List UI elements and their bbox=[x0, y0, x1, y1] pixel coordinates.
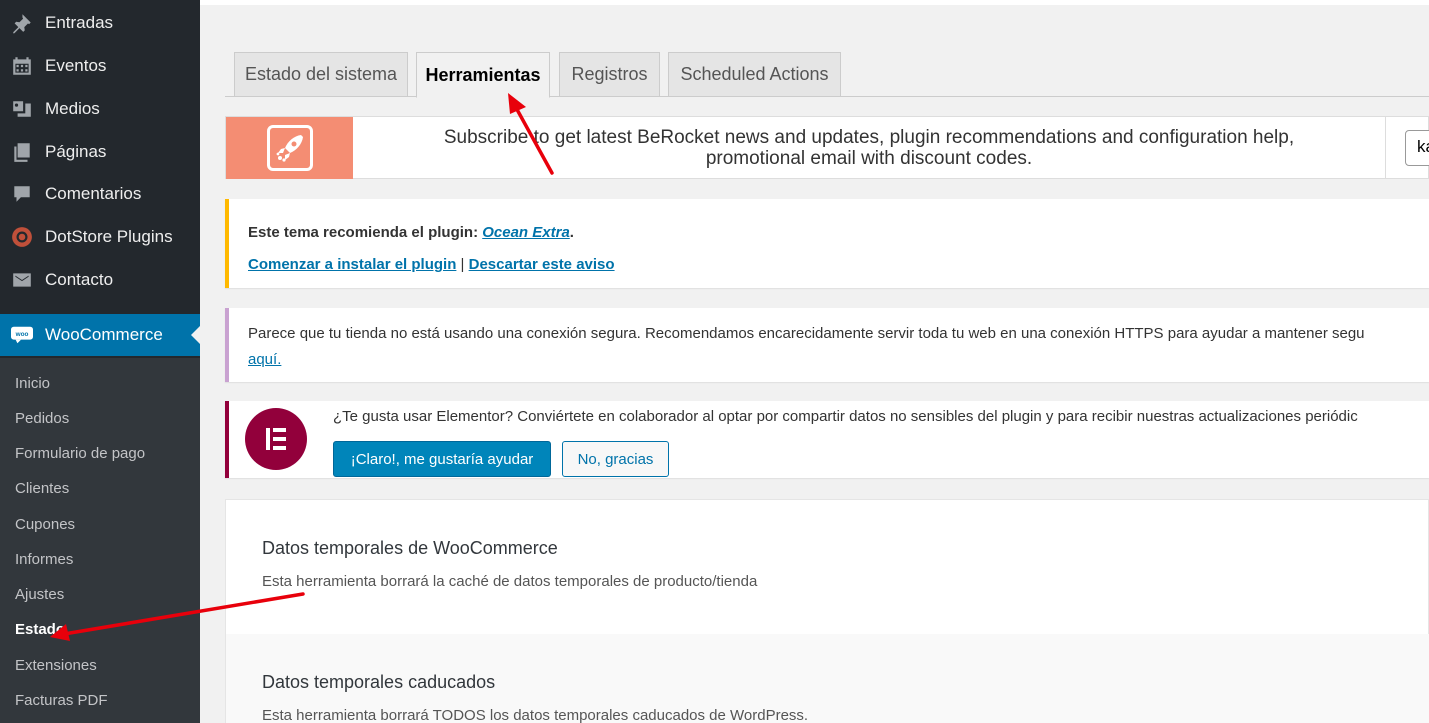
pages-icon bbox=[10, 140, 34, 164]
notice-elementor-text: ¿Te gusta usar Elementor? Conviértete en… bbox=[333, 408, 1358, 425]
berocket-subscribe-banner: Subscribe to get latest BeRocket news an… bbox=[225, 116, 1429, 179]
nav-tabs: Estado del sistema Herramientas Registro… bbox=[225, 52, 1429, 98]
sidebar-item-label: Eventos bbox=[45, 56, 107, 75]
elementor-opt-in-button[interactable]: ¡Claro!, me gustaría ayudar bbox=[333, 441, 551, 477]
woocommerce-submenu: Inicio Pedidos Formulario de pago Client… bbox=[0, 358, 200, 723]
submenu-item-cupones[interactable]: Cupones bbox=[15, 515, 75, 535]
notice-elementor: ¿Te gusta usar Elementor? Conviértete en… bbox=[225, 401, 1429, 478]
sidebar-item-paginas[interactable]: Páginas bbox=[0, 131, 200, 173]
top-strip bbox=[200, 0, 1429, 5]
rocket-icon bbox=[276, 135, 303, 162]
sidebar-item-woocommerce[interactable]: woo WooCommerce bbox=[0, 314, 200, 356]
admin-sidebar: Entradas Eventos Medios Páginas Comentar… bbox=[0, 0, 200, 723]
table-row: Datos temporales de WooCommerce Esta her… bbox=[226, 500, 1429, 634]
submenu-item-informes[interactable]: Informes bbox=[15, 550, 73, 570]
sidebar-item-label: Páginas bbox=[45, 142, 107, 161]
submenu-item-extensiones[interactable]: Extensiones bbox=[15, 656, 97, 676]
table-row: Datos temporales caducados Esta herramie… bbox=[226, 634, 1429, 723]
woo-icon: woo bbox=[10, 323, 34, 347]
submenu-item-estado[interactable]: Estado bbox=[15, 620, 65, 640]
berocket-message: Subscribe to get latest BeRocket news an… bbox=[353, 117, 1386, 179]
tab-estado-del-sistema[interactable]: Estado del sistema bbox=[234, 52, 408, 97]
dotstore-icon bbox=[10, 225, 34, 249]
notice-ocean-suffix: . bbox=[569, 224, 574, 241]
elementor-decline-button[interactable]: No, gracias bbox=[562, 441, 669, 477]
submenu-item-formulario-de-pago[interactable]: Formulario de pago bbox=[15, 444, 145, 464]
sidebar-item-entradas[interactable]: Entradas bbox=[0, 2, 200, 44]
sidebar-item-label: Entradas bbox=[45, 13, 114, 32]
install-plugin-link[interactable]: Comenzar a instalar el plugin bbox=[248, 256, 456, 273]
tab-scheduled-actions[interactable]: Scheduled Actions bbox=[668, 52, 841, 97]
tools-table: Datos temporales de WooCommerce Esta her… bbox=[225, 499, 1429, 723]
sidebar-item-eventos[interactable]: Eventos bbox=[0, 45, 200, 87]
sidebar-item-dotstore-plugins[interactable]: DotStore Plugins bbox=[0, 216, 200, 258]
sidebar-item-comentarios[interactable]: Comentarios bbox=[0, 173, 200, 215]
tab-registros[interactable]: Registros bbox=[559, 52, 660, 97]
https-more-info-link[interactable]: aquí. bbox=[248, 351, 281, 368]
notice-ocean-prefix: Este tema recomienda el plugin: bbox=[248, 224, 483, 241]
mail-icon bbox=[10, 268, 34, 292]
tool-description: Esta herramienta borrará TODOS los datos… bbox=[262, 707, 809, 723]
calendar-icon bbox=[10, 54, 34, 78]
sidebar-item-medios[interactable]: Medios bbox=[0, 88, 200, 130]
pin-icon bbox=[10, 11, 34, 35]
berocket-logo bbox=[226, 117, 353, 179]
notice-ocean-text: Este tema recomienda el plugin: Ocean Ex… bbox=[248, 224, 574, 241]
notice-ocean-actions: Comenzar a instalar el plugin | Descarta… bbox=[248, 256, 615, 273]
dismiss-notice-link[interactable]: Descartar este aviso bbox=[469, 256, 615, 273]
submenu-item-pedidos[interactable]: Pedidos bbox=[15, 409, 69, 429]
notice-https: Parece que tu tienda no está usando una … bbox=[225, 308, 1429, 382]
berocket-email-input[interactable]: ka bbox=[1405, 130, 1429, 166]
submenu-item-clientes[interactable]: Clientes bbox=[15, 479, 69, 499]
notice-ocean-extra: Este tema recomienda el plugin: Ocean Ex… bbox=[225, 199, 1429, 288]
tab-herramientas[interactable]: Herramientas bbox=[416, 52, 550, 98]
ocean-extra-link[interactable]: Ocean Extra bbox=[482, 224, 570, 241]
sidebar-item-label: DotStore Plugins bbox=[45, 227, 173, 246]
berocket-message-line-1: Subscribe to get latest BeRocket news an… bbox=[443, 127, 1295, 148]
notice-https-text: Parece que tu tienda no está usando una … bbox=[248, 325, 1365, 342]
notice-ocean-separator: | bbox=[456, 256, 469, 273]
sidebar-item-label: Contacto bbox=[45, 270, 114, 289]
sidebar-item-label: WooCommerce bbox=[45, 325, 163, 344]
comment-icon bbox=[10, 182, 34, 206]
media-icon bbox=[10, 97, 34, 121]
sidebar-item-label: Comentarios bbox=[45, 184, 142, 203]
sidebar-item-contacto[interactable]: Contacto bbox=[0, 259, 200, 301]
submenu-item-ajustes[interactable]: Ajustes bbox=[15, 585, 64, 605]
submenu-item-facturas-pdf[interactable]: Facturas PDF bbox=[15, 691, 108, 711]
woo-logo-text: woo bbox=[15, 331, 29, 338]
tool-title: Datos temporales caducados bbox=[262, 672, 496, 692]
submenu-item-inicio[interactable]: Inicio bbox=[15, 374, 50, 394]
tool-description: Esta herramienta borrará la caché de dat… bbox=[262, 573, 758, 590]
sidebar-item-label: Medios bbox=[45, 99, 100, 118]
elementor-logo-icon bbox=[245, 408, 307, 470]
berocket-message-line-2: promotional email with discount codes. bbox=[705, 148, 1033, 169]
tool-title: Datos temporales de WooCommerce bbox=[262, 538, 558, 558]
